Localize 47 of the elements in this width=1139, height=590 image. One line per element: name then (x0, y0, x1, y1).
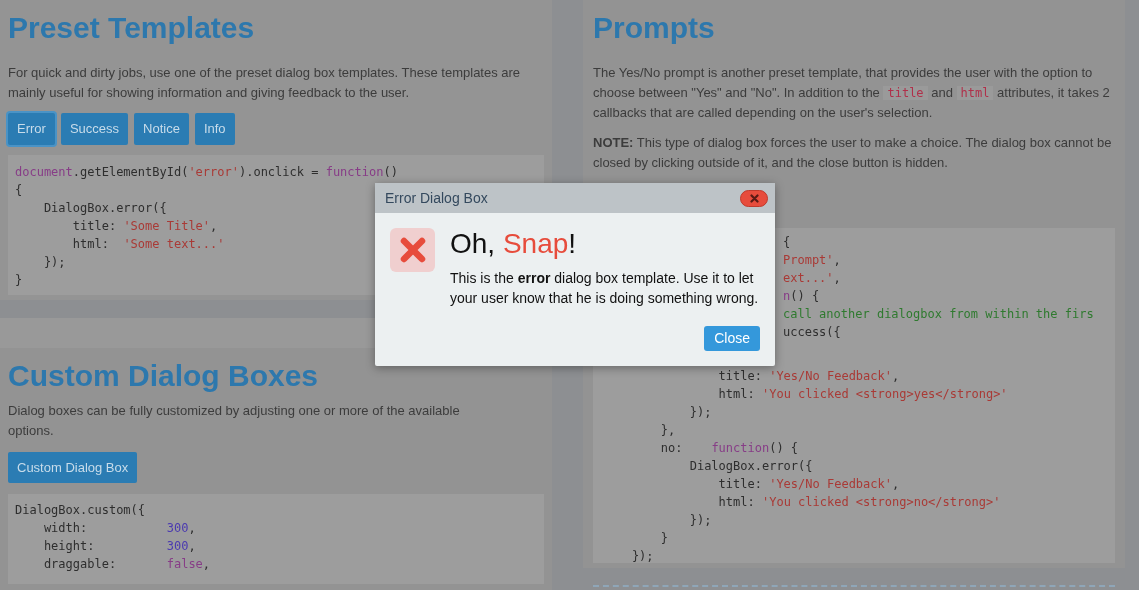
template-button[interactable]: Info (194, 113, 235, 145)
custom-dialog-button[interactable]: Custom Dialog Box (8, 452, 138, 483)
code-line: no: function() { (659, 440, 799, 457)
template-button[interactable]: Notice (134, 113, 189, 145)
code-line: }); (688, 404, 712, 421)
close-button[interactable] (740, 189, 768, 207)
code-line: html: 'You clicked <strong>yes</strong>' (717, 386, 1008, 403)
code-line: n() { (783, 288, 820, 305)
code-line: } (659, 530, 669, 547)
section-heading: Custom Dialog Boxes (8, 358, 319, 394)
code-line: html: 'You clicked <strong>no</strong>' (717, 494, 1001, 511)
template-button[interactable]: Success (60, 113, 129, 145)
code-line: ext...', (783, 270, 841, 287)
code-line: html: 'Some text...' (71, 236, 225, 253)
dialog-title: Error Dialog Box (385, 188, 488, 208)
code-line: width: 300, (42, 520, 196, 537)
code-line: title: 'Yes/No Feedback', (717, 476, 900, 493)
code-line: { (783, 234, 791, 251)
code-line: Prompt', (783, 252, 841, 269)
error-icon (390, 228, 435, 272)
code-line: DialogBox.error({ (688, 458, 813, 475)
close-icon (749, 193, 759, 203)
code-line: }); (688, 512, 712, 529)
note-text: NOTE: This type of dialog box forces the user to make a choice. The dialog box cannot be closed by clicking outside of it, and the close button is hidden. (593, 134, 1113, 172)
section-description: The Yes/No prompt is another preset template, that provides the user with the option to choose between "Yes" and "No". In addition to the title and html attributes, it takes 2 callbacks that are called depending on the user's selection. (593, 64, 1111, 122)
code-line: call another dialogbox from within the firs (783, 306, 1094, 323)
close-button[interactable]: Close (704, 326, 760, 351)
code-line: height: 300, (42, 538, 196, 555)
dialog-message: This is the error dialog box template. Use it to let your user know that he is doing something wrong. (450, 269, 760, 308)
code-line: }); (630, 548, 654, 565)
code-line: { (15, 182, 23, 199)
code-line: title: 'Some Title', (71, 218, 218, 235)
code-line: DialogBox.error({ (42, 200, 167, 217)
code-line: title: 'Yes/No Feedback', (717, 368, 900, 385)
code-line: DialogBox.custom({ (15, 502, 146, 519)
section-heading: Prompts (593, 10, 715, 46)
code-line: }); (42, 254, 66, 271)
code-line: draggable: false, (42, 556, 211, 573)
section-heading: Preset Templates (8, 10, 255, 46)
code-line: }, (659, 422, 676, 439)
code-line: } (15, 272, 23, 289)
section-description: For quick and dirty jobs, use one of the preset dialog box templates. These templates are mainly useful for showing information and giving feedback to the user. (8, 64, 522, 102)
template-button[interactable]: Error (8, 113, 55, 145)
section-description: Dialog boxes can be fully customized by adjusting one or more of the available options. (8, 402, 461, 440)
code-line: document.getElementById('error').onclick = function() (15, 164, 398, 181)
code-line: uccess({ (783, 324, 841, 341)
dialog-heading: Oh, Snap! (450, 228, 577, 260)
